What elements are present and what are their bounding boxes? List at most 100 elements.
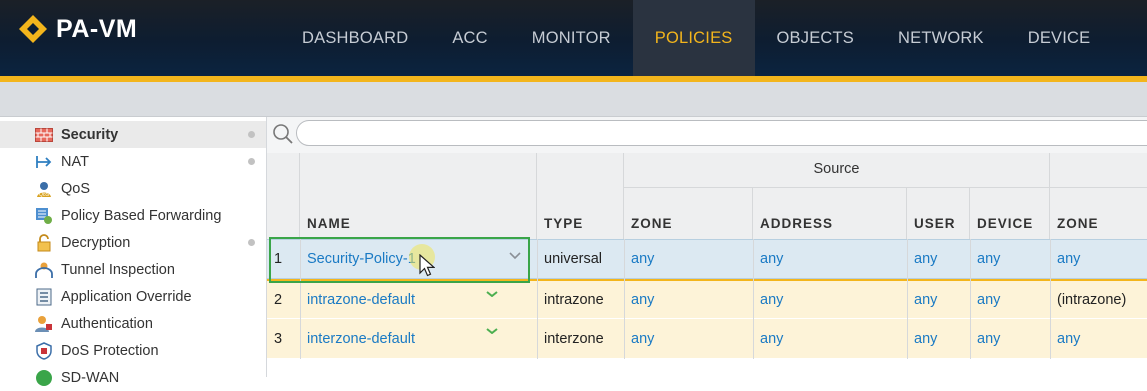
sidebar-item-authentication[interactable]: Authentication [0,310,266,337]
policies-sidebar: Security NAT QoS QoS Policy Based Forwar… [0,117,267,386]
qos-icon: QoS [34,179,54,199]
tab-monitor[interactable]: MONITOR [510,0,633,76]
destination-zone[interactable]: any [1050,319,1147,358]
dos-shield-icon [34,341,54,361]
sidebar-item-application-override[interactable]: Application Override [0,283,266,310]
column-header-source-device[interactable]: DEVICE [970,188,1050,239]
status-dot [248,131,255,138]
source-address[interactable]: any [753,240,907,278]
main-nav: DASHBOARD ACC MONITOR POLICIES OBJECTS N… [280,0,1112,76]
tab-policies[interactable]: POLICIES [632,0,755,76]
source-address[interactable]: any [753,281,907,318]
firewall-icon [34,125,54,145]
sidebar-item-nat[interactable]: NAT [0,148,266,175]
column-header-destination-zone[interactable]: ZONE [1050,188,1147,239]
tab-objects[interactable]: OBJECTS [755,0,877,76]
sidebar-item-pbf[interactable]: Policy Based Forwarding [0,202,266,229]
sidebar-item-label: NAT [61,153,89,170]
tab-dashboard[interactable]: DASHBOARD [280,0,430,76]
column-header-source-user[interactable]: USER [907,188,970,239]
sdwan-icon [34,368,54,388]
rule-type: intrazone [544,291,604,308]
destination-zone[interactable]: (intrazone) [1050,281,1147,318]
tunnel-icon [34,260,54,280]
rule-marker-icon [486,284,498,298]
sidebar-item-label: QoS [61,180,91,197]
rule-name-link[interactable]: interzone-default [300,319,537,358]
source-device[interactable]: any [970,319,1050,358]
lock-icon [34,233,54,253]
source-device[interactable]: any [970,281,1050,318]
sidebar-item-label: Tunnel Inspection [61,261,175,278]
rule-name-link[interactable]: intrazone-default [300,281,537,318]
chevron-down-icon[interactable] [508,248,522,262]
sidebar-item-label: Policy Based Forwarding [61,207,222,224]
column-header-source-zone[interactable]: ZONE [624,188,753,239]
sidebar-item-decryption[interactable]: Decryption [0,229,266,256]
status-dot [248,158,255,165]
pa-vm-logo[interactable]: PA-VM [18,14,137,44]
sidebar-item-label: Security [61,126,119,143]
column-divider [1050,239,1051,359]
table-row[interactable]: 1 Security-Policy-1 universal any any an… [267,239,1147,279]
column-divider [537,239,538,359]
policy-content-area: NAME TYPE Source ZONE ADDRESS USER DEVIC… [267,117,1147,377]
sidebar-item-label: DoS Protection [61,342,159,359]
sidebar-item-dos-protection[interactable]: DoS Protection [0,337,266,364]
status-dot [248,239,255,246]
filter-bar [267,117,1147,154]
rule-marker-icon [486,321,498,335]
rule-type: universal [544,251,603,267]
mouse-pointer-icon [419,253,436,278]
source-zone[interactable]: any [624,240,753,278]
authentication-icon [34,314,54,334]
tab-device[interactable]: DEVICE [1006,0,1113,76]
source-device[interactable]: any [970,240,1050,278]
filter-input[interactable] [296,120,1147,146]
source-user[interactable]: any [907,319,970,358]
pbf-icon [34,206,54,226]
table-row[interactable]: 3 interzone-default interzone any any an… [267,319,1147,359]
source-user[interactable]: any [907,240,970,278]
sidebar-item-label: Authentication [61,315,153,332]
source-user[interactable]: any [907,281,970,318]
column-divider [624,239,625,359]
sidebar-item-label: SD-WAN [61,369,120,386]
row-number: 2 [274,291,283,308]
source-address[interactable]: any [753,319,907,358]
column-divider [300,239,301,359]
tab-network[interactable]: NETWORK [876,0,1006,76]
security-policy-table: NAME TYPE Source ZONE ADDRESS USER DEVIC… [267,153,1147,377]
app-override-icon [34,287,54,307]
svg-text:QoS: QoS [39,192,50,198]
tab-acc[interactable]: ACC [430,0,509,76]
top-navigation-bar: PA-VM DASHBOARD ACC MONITOR POLICIES OBJ… [0,0,1147,76]
row-number: 3 [274,330,283,347]
column-group-destination [1050,153,1147,188]
column-divider [970,239,971,359]
column-header-type[interactable]: TYPE [537,153,624,239]
row-number: 1 [274,251,283,267]
column-divider [753,239,754,359]
source-zone[interactable]: any [624,281,753,318]
search-icon[interactable] [271,122,295,146]
sidebar-item-label: Application Override [61,288,192,305]
column-header-name[interactable]: NAME [300,153,537,239]
sub-toolbar [0,82,1147,117]
column-group-source: Source [624,153,1050,188]
sidebar-item-tunnel-inspection[interactable]: Tunnel Inspection [0,256,266,283]
nat-arrow-icon [34,152,54,172]
column-divider [907,239,908,359]
table-row[interactable]: 2 intrazone-default intrazone any any an… [267,279,1147,319]
sidebar-item-sd-wan[interactable]: SD-WAN [0,364,266,391]
destination-zone[interactable]: any [1050,240,1147,278]
sidebar-item-label: Decryption [61,234,131,251]
row-number-header [267,153,300,239]
sidebar-item-qos[interactable]: QoS QoS [0,175,266,202]
paloalto-logo-icon [18,14,48,44]
rule-type: interzone [544,330,604,347]
column-header-source-address[interactable]: ADDRESS [753,188,907,239]
source-zone[interactable]: any [624,319,753,358]
sidebar-item-security[interactable]: Security [0,121,266,148]
app-title: PA-VM [56,14,138,43]
